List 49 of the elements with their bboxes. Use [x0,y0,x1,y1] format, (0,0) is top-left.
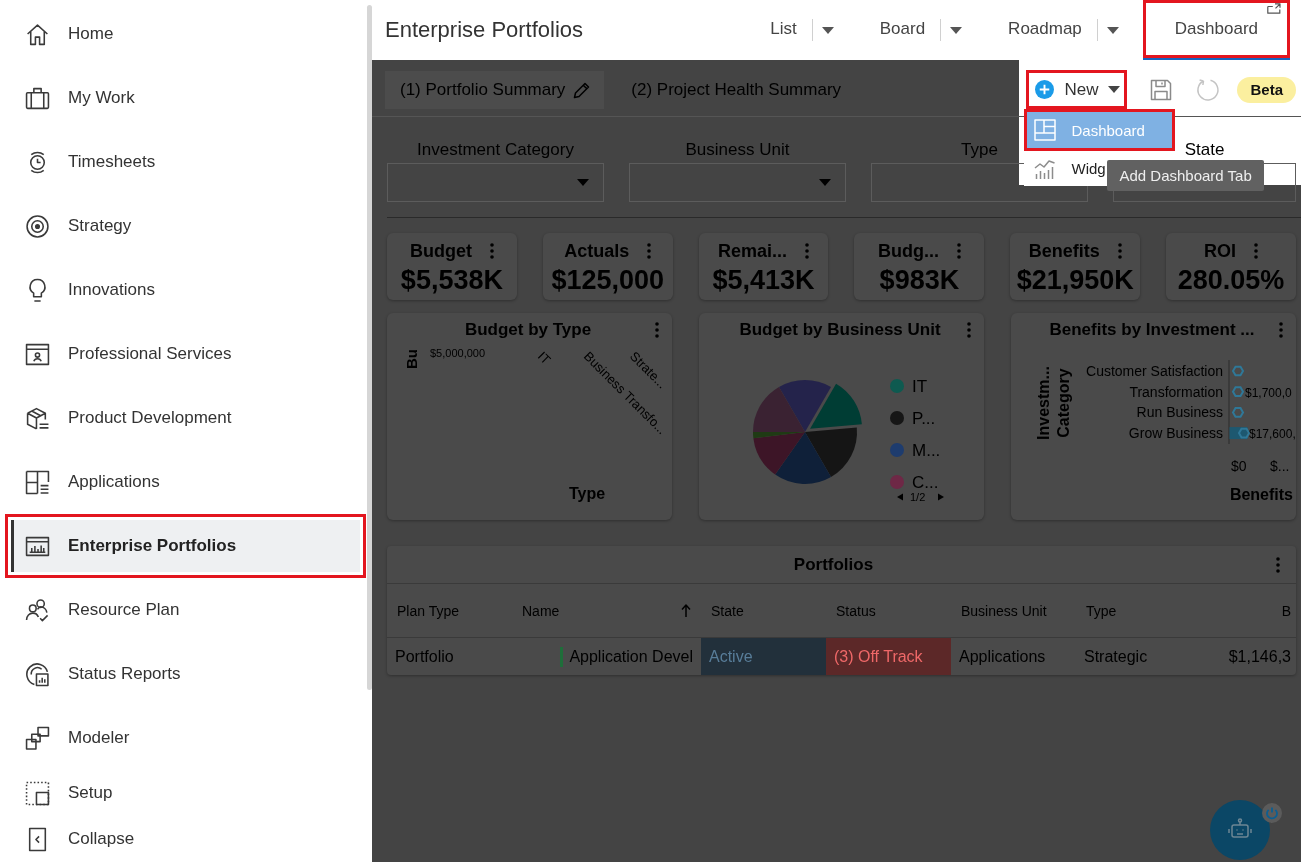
chart-title: Benefits by Investment ... [1049,320,1255,340]
table-cell: Active [701,638,826,675]
category-label: IT [534,348,554,368]
kpi-value: $5,413K [712,264,815,296]
category-label: Transformation [1129,383,1223,400]
tick-label: $5,000,000 [430,347,486,359]
value-label: $1,700,0 [1245,385,1292,400]
legend-label: C... [912,473,939,492]
kpi-value: $983K [879,264,960,296]
legend-label: M... [912,441,941,460]
kpi-value: $5,538K [400,264,503,296]
tooltip: Add Dashboard Tab [1107,160,1264,191]
chart-title: Budget by Business Unit [739,320,941,340]
table-cell-text: $1,146,3 [1227,646,1292,667]
axis-title: Type [568,485,606,502]
page-title: Enterprise Portfolios [385,17,584,43]
kpi-title: Benefits [1028,240,1100,262]
category-label: Customer Satisfaction [1086,363,1223,379]
legend-label: P... [912,409,936,428]
kpi-title: Remai... [718,240,788,262]
tick-label: $... [1270,458,1290,474]
kpi-title: ROI [1204,240,1237,262]
kpi-title: Actuals [564,240,630,262]
axis-title: Benefits [1229,486,1293,503]
value-label: $17,600, [1249,427,1296,442]
table-cell-text: Strategic [1083,646,1149,667]
chart-title: Budget by Type [464,320,592,340]
filter-label: State [1184,140,1225,160]
page-indicator: 1/2 [910,491,926,503]
kpi-title: Budget [409,240,472,262]
table-cell-text: Applications [958,646,1047,667]
axis-title: Investm... [1035,366,1052,440]
kpi-value: $21,950K [1016,264,1134,296]
filter-label: Type [961,140,998,160]
kpi-value: 280.05% [1177,264,1285,296]
category-label: Grow Business [1128,425,1223,442]
axis-title: Category [1055,368,1072,438]
tick-label: $0 [1231,458,1247,474]
filter-label: Business Unit [685,140,790,160]
kpi-value: $125,000 [551,264,665,296]
axis-title: Bu [403,349,420,369]
table-cell: Application Devel [569,647,693,666]
category-label: Run Business [1136,404,1223,421]
table-cell-text: Portfolio [394,646,455,667]
table-title: Portfolios [793,554,874,575]
filter-label: Investment Category [417,140,574,160]
kpi-title: Budg... [877,240,939,262]
table-cell: (3) Off Track [826,638,951,675]
legend-label: IT [912,377,928,396]
